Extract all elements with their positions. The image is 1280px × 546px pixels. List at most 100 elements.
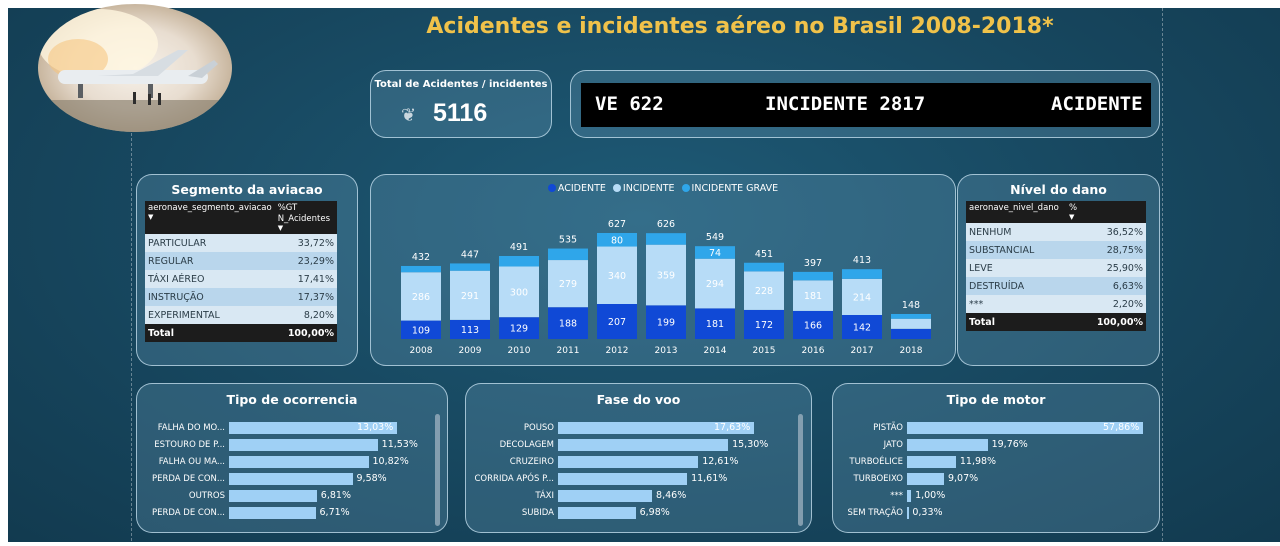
nivel-value-header[interactable]: % ▼ <box>1066 201 1146 223</box>
total-label: 447 <box>461 249 479 260</box>
x-tick-label: 2016 <box>802 346 825 356</box>
segmento-table[interactable]: aeronave_segmento_aviacao ▼ %GT N_Acident… <box>145 201 337 342</box>
bar[interactable] <box>558 473 688 485</box>
page-guide-right <box>1162 8 1163 546</box>
x-tick-label: 2009 <box>459 346 482 356</box>
bar-acidente-2018[interactable] <box>891 328 931 339</box>
row-label: EXPERIMENTAL <box>145 306 275 324</box>
fase-voo-card[interactable]: Fase do voo POUSO 17,63% DECOLAGEM 15,30% CR… <box>465 383 812 533</box>
x-tick-label: 2015 <box>753 346 776 356</box>
table-row[interactable]: REGULAR 23,29% <box>145 252 337 270</box>
table-row[interactable]: DESTRUÍDA 6,63% <box>966 277 1146 295</box>
nivel-table[interactable]: aeronave_nivel_dano % ▼ NENHUM 36,52% SUBS… <box>966 201 1146 331</box>
bar-incidente-grave-2008[interactable] <box>401 265 441 273</box>
row-value: 2,20% <box>1066 295 1146 313</box>
window-frame-bottom <box>0 542 1280 546</box>
bar-category-label: OUTROS <box>188 491 225 501</box>
bar-value-label: 11,98% <box>959 456 997 467</box>
row-label: INSTRUÇÃO <box>145 288 275 306</box>
segmento-value-header[interactable]: %GT N_Acidentes ▼ <box>274 201 337 234</box>
bar-incidente-2018[interactable] <box>891 318 931 329</box>
bar-category-label: ESTOURO DE P... <box>154 440 225 450</box>
bar-value-label: 12,61% <box>702 456 739 467</box>
table-row[interactable]: *** 2,20% <box>966 295 1146 313</box>
tipo-ocorrencia-chart[interactable]: FALHA DO MO... 13,03% ESTOURO DE P... 11,53… <box>137 384 449 534</box>
bar-incidente-grave-2015[interactable] <box>744 262 784 272</box>
table-row[interactable]: PARTICULAR 33,72% <box>145 234 337 252</box>
wings-emblem-icon: ❦ <box>401 105 417 126</box>
total-value: 100,00% <box>274 324 337 342</box>
bar[interactable] <box>558 507 636 519</box>
row-label: NENHUM <box>966 223 1066 241</box>
bar-incidente-grave-2009[interactable] <box>450 263 490 271</box>
bar[interactable] <box>558 439 729 451</box>
bar-incidente-grave-2016[interactable] <box>793 271 833 281</box>
table-row[interactable]: LEVE 25,90% <box>966 259 1146 277</box>
bar[interactable] <box>907 439 988 451</box>
tipo-motor-chart[interactable]: PISTÃO 57,86% JATO 19,76% TURBOÉLICE 11,98% TU… <box>833 384 1161 534</box>
bar-incidente-grave-2013[interactable] <box>646 233 686 245</box>
bar[interactable] <box>907 507 909 519</box>
bar[interactable] <box>558 456 699 468</box>
bar-incidente-grave-2018[interactable] <box>891 313 931 319</box>
bar[interactable] <box>229 473 353 485</box>
tipo-ocorrencia-card[interactable]: Tipo de ocorrencia FALHA DO MO... 13,03% E… <box>136 383 448 533</box>
row-label: REGULAR <box>145 252 275 270</box>
segmento-card[interactable]: Segmento da aviacao aeronave_segmento_av… <box>136 174 358 366</box>
total-label: Total <box>145 324 275 342</box>
bar[interactable] <box>229 456 369 468</box>
scrollbar[interactable] <box>435 414 440 526</box>
stacked-bar-chart[interactable]: 109 286 432 2008 113 291 447 2009 129 300 491 2010 1… <box>371 175 957 367</box>
bar-value-label: 6,81% <box>320 490 351 501</box>
data-label: 214 <box>853 292 871 303</box>
tipo-motor-card[interactable]: Tipo de motor PISTÃO 57,86% JATO 19,76% TURB… <box>832 383 1160 533</box>
x-tick-label: 2012 <box>606 346 629 356</box>
data-label: 291 <box>461 291 479 302</box>
bar-value-label: 11,53% <box>381 439 418 450</box>
bar-category-label: TURBOEIXO <box>853 474 903 484</box>
table-row[interactable]: NENHUM 36,52% <box>966 223 1146 241</box>
segmento-col-header[interactable]: aeronave_segmento_aviacao ▼ <box>145 201 275 234</box>
table-row[interactable]: INSTRUÇÃO 17,37% <box>145 288 337 306</box>
bar-value-label: 19,76% <box>991 439 1028 450</box>
row-value: 23,29% <box>274 252 337 270</box>
bar-incidente-grave-2011[interactable] <box>548 248 588 261</box>
yearly-chart-card[interactable]: ACIDENTE INCIDENTE INCIDENTE GRAVE 109 28… <box>370 174 956 366</box>
data-label: 74 <box>709 248 721 259</box>
fase-voo-chart[interactable]: POUSO 17,63% DECOLAGEM 15,30% CRUZEIRO 12,61%… <box>466 384 813 534</box>
row-value: 6,63% <box>1066 277 1146 295</box>
bar[interactable] <box>907 473 944 485</box>
bar-category-label: SUBIDA <box>521 508 554 518</box>
x-tick-label: 2018 <box>900 346 923 356</box>
bar-value-label: 1,00% <box>915 490 946 501</box>
scrollbar[interactable] <box>798 414 803 526</box>
total-kpi-card[interactable]: Total de Acidentes / incidentes ❦ 5116 <box>370 70 552 138</box>
bar-incidente-grave-2010[interactable] <box>499 255 539 267</box>
bar-value-label: 6,71% <box>319 507 350 518</box>
table-row[interactable]: TÁXI AÉREO 17,41% <box>145 270 337 288</box>
bar[interactable] <box>229 490 317 502</box>
data-label: 113 <box>461 325 479 336</box>
sort-descending-icon: ▼ <box>277 224 284 232</box>
ticker-card[interactable]: VE 622 INCIDENTE 2817 ACIDENTE <box>570 70 1160 138</box>
bar-value-label: 13,03% <box>357 422 394 433</box>
table-row[interactable]: EXPERIMENTAL 8,20% <box>145 306 337 324</box>
bar-incidente-grave-2017[interactable] <box>842 269 882 279</box>
nivel-col-header[interactable]: aeronave_nivel_dano <box>966 201 1066 223</box>
row-value: 33,72% <box>274 234 337 252</box>
total-label: 413 <box>853 255 871 266</box>
segmento-col-header-label: aeronave_segmento_aviacao <box>148 203 272 213</box>
bar-value-label: 11,61% <box>691 473 728 484</box>
bar[interactable] <box>907 490 912 502</box>
bar[interactable] <box>907 456 956 468</box>
bar[interactable] <box>229 439 378 451</box>
nivel-card[interactable]: Nível do dano aeronave_nivel_dano % ▼ NEN… <box>957 174 1160 366</box>
table-total-row: Total 100,00% <box>966 313 1146 331</box>
data-label: 340 <box>608 271 626 282</box>
bar[interactable] <box>229 507 316 519</box>
total-label: Total <box>966 313 1066 331</box>
bar[interactable] <box>558 490 653 502</box>
table-row[interactable]: SUBSTANCIAL 28,75% <box>966 241 1146 259</box>
x-tick-label: 2010 <box>508 346 531 356</box>
x-tick-label: 2011 <box>557 346 580 356</box>
